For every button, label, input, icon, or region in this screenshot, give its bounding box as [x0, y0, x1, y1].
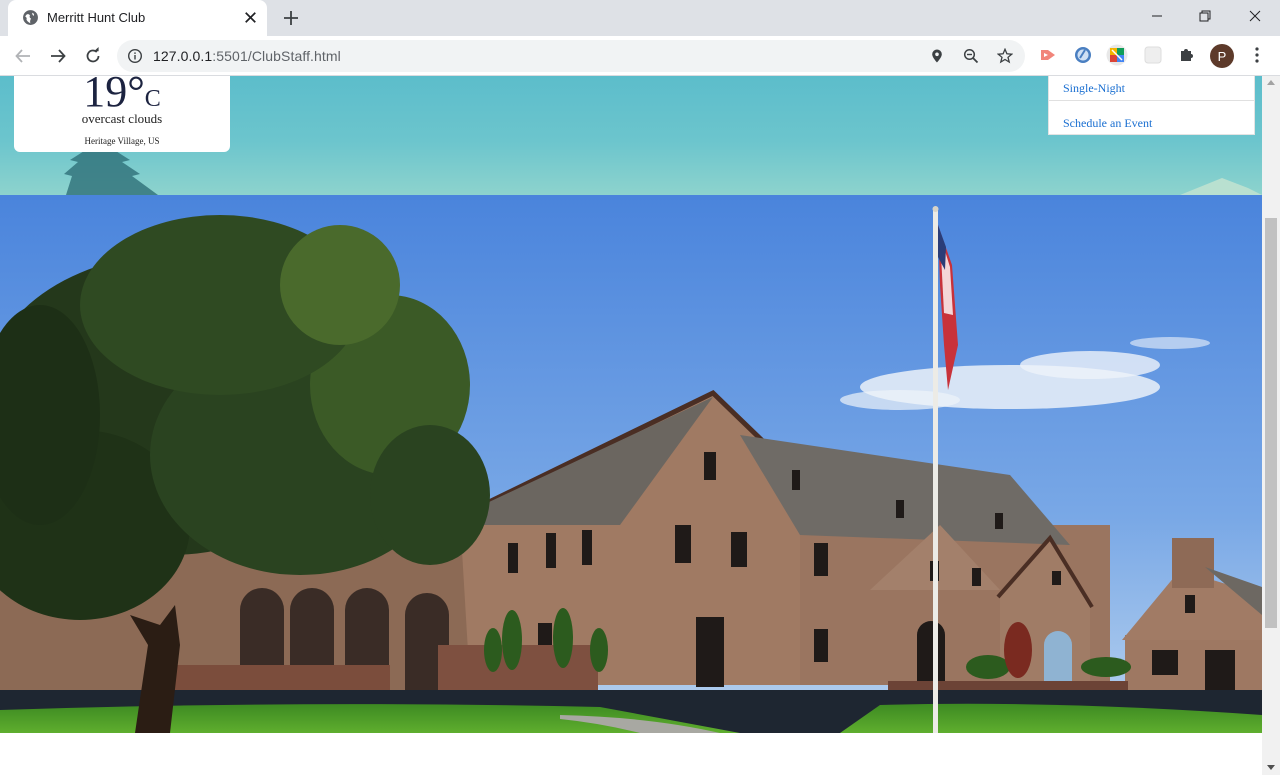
close-icon[interactable]: [242, 9, 259, 26]
plus-icon[interactable]: [281, 8, 301, 28]
browser-tab[interactable]: Merritt Hunt Club: [8, 0, 267, 36]
browser-toolbar: 127.0.0.1:5501/ClubStaff.html P: [0, 36, 1280, 76]
extension-red-icon[interactable]: [1037, 44, 1059, 66]
restore-icon: [1199, 10, 1211, 22]
restore-button[interactable]: [1182, 0, 1228, 32]
extension-blue-icon-graphic: [1075, 47, 1091, 63]
star-icon[interactable]: [997, 48, 1013, 64]
extension-blue-icon[interactable]: [1072, 44, 1094, 66]
scroll-thumb[interactable]: [1265, 218, 1277, 628]
tab-strip: Merritt Hunt Club: [0, 0, 1280, 36]
temperature-unit: C: [144, 86, 161, 112]
temperature-value: 19°: [83, 76, 145, 116]
profile-avatar[interactable]: P: [1210, 44, 1234, 68]
globe-icon: [23, 10, 38, 25]
weather-widget: 19°C overcast clouds Heritage Village, U…: [14, 76, 230, 152]
url-text: 127.0.0.1:5501/ClubStaff.html: [153, 48, 341, 64]
menu-divider: [1049, 100, 1254, 101]
url-path: :5501/ClubStaff.html: [212, 48, 341, 64]
browser-menu-button[interactable]: [1246, 44, 1268, 66]
back-arrow-icon: [15, 49, 30, 63]
window-close-button[interactable]: [1232, 0, 1278, 32]
clubhouse-illustration: [0, 195, 1262, 733]
reload-icon: [86, 47, 100, 63]
info-icon[interactable]: [127, 48, 143, 64]
extension-red-icon-graphic: [1041, 50, 1055, 60]
minimize-button[interactable]: [1134, 0, 1180, 32]
page-viewport: 19°C overcast clouds Heritage Village, U…: [0, 76, 1262, 775]
extension-grey-icon[interactable]: [1142, 44, 1164, 66]
dropdown-menu: Single-Night Schedule an Event: [1048, 76, 1255, 135]
extension-colorful-icon[interactable]: [1106, 44, 1128, 66]
close-icon: [1249, 10, 1261, 22]
forward-arrow-icon: [51, 49, 66, 63]
extension-colorful-icon-graphic: [1106, 44, 1128, 66]
page-scrollbar[interactable]: [1262, 76, 1280, 775]
extensions-button[interactable]: [1176, 44, 1198, 66]
extension-grey-icon-graphic: [1144, 46, 1162, 64]
minimize-icon: [1152, 15, 1162, 17]
clubhouse-photo: [0, 195, 1262, 733]
scroll-down-arrow-icon[interactable]: [1267, 765, 1275, 770]
url-host: 127.0.0.1: [153, 48, 213, 64]
zoom-out-icon[interactable]: [963, 48, 979, 64]
kebab-menu-icon: [1255, 47, 1259, 63]
tab-title: Merritt Hunt Club: [47, 10, 146, 25]
scroll-up-arrow-icon[interactable]: [1267, 80, 1275, 85]
menu-item-schedule-event[interactable]: Schedule an Event: [1063, 116, 1152, 131]
forward-button[interactable]: [46, 44, 70, 68]
location-pin-icon[interactable]: [929, 48, 945, 64]
back-button[interactable]: [11, 44, 35, 68]
weather-location: Heritage Village, US: [84, 136, 160, 146]
weather-description: overcast clouds: [81, 111, 163, 126]
reload-button[interactable]: [81, 44, 105, 68]
menu-item-single-night[interactable]: Single-Night: [1063, 81, 1125, 96]
puzzle-icon: [1181, 49, 1193, 61]
address-bar[interactable]: 127.0.0.1:5501/ClubStaff.html: [117, 40, 1025, 72]
